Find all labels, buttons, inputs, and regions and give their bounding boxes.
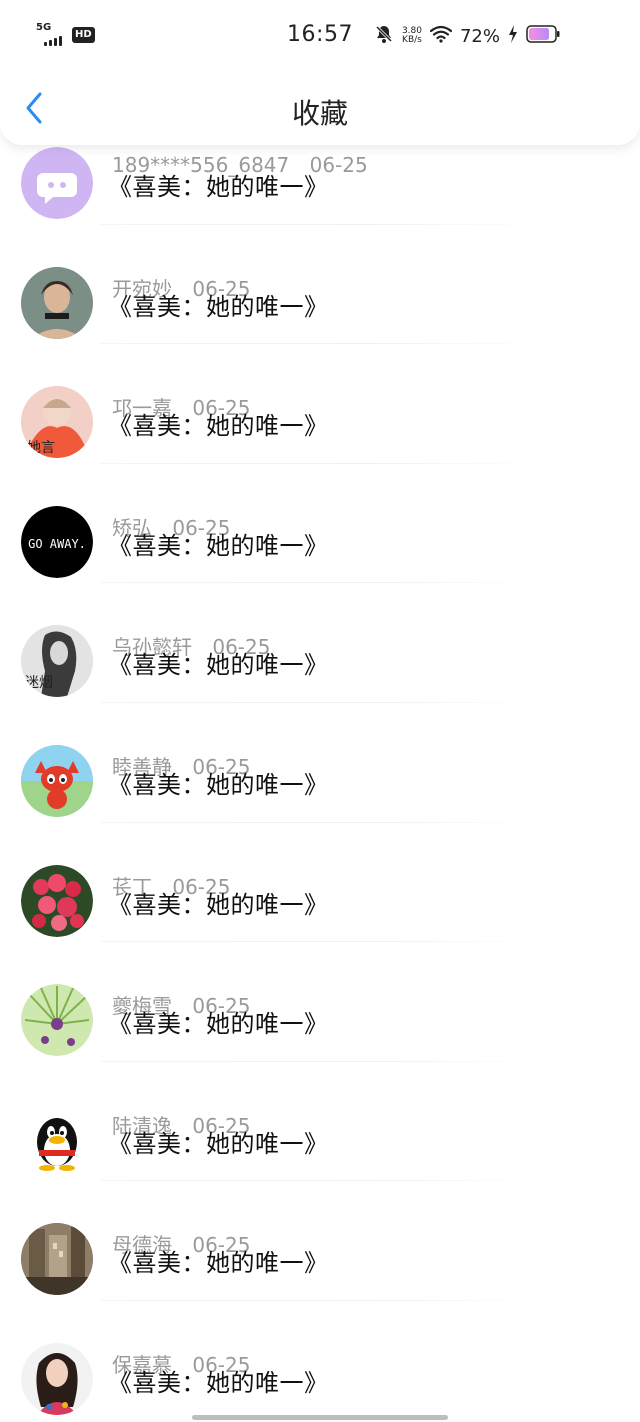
favorites-screen: 189****556_6847 06-25 《喜美：她的唯一》 开宛妙 06-2… [0,0,640,1422]
list-item[interactable]: 夔梅雪 06-25 《喜美：她的唯一》 [0,942,640,1062]
avatar-text: 她言 [27,440,55,456]
item-title: 《喜美：她的唯一》 [108,1129,329,1158]
status-bar: 5G HD 16:57 3.80 KB/s 72% [0,0,640,70]
list-item[interactable]: 陆清逸 06-25 《喜美：她的唯一》 [0,1062,640,1182]
wifi-icon [429,25,453,47]
avatar[interactable] [21,1103,93,1176]
avatar[interactable] [21,266,93,339]
home-indicator[interactable] [192,1415,448,1420]
battery-percent: 72% [459,25,500,47]
item-title: 《喜美：她的唯一》 [108,412,329,441]
speed-unit: KB/s [402,35,422,45]
item-title: 《喜美：她的唯一》 [108,1368,329,1397]
network-speed: 3.80 KB/s [402,27,422,45]
item-title: 《喜美：她的唯一》 [108,770,329,799]
header: 5G HD 16:57 3.80 KB/s 72% 收藏 [0,0,640,145]
favorites-list: 189****556_6847 06-25 《喜美：她的唯一》 开宛妙 06-2… [0,105,640,1421]
list-item[interactable]: 母德海 06-25 《喜美：她的唯一》 [0,1181,640,1301]
mute-bell-icon [374,24,394,48]
avatar-text: 迷烟 [25,675,53,691]
item-title: 《喜美：她的唯一》 [108,531,329,560]
avatar[interactable] [21,1342,93,1415]
avatar[interactable] [21,147,93,219]
avatar[interactable]: 她言 [21,386,93,459]
avatar[interactable] [21,864,93,937]
item-title: 《喜美：她的唯一》 [108,292,329,321]
avatar[interactable]: 迷烟 [21,625,93,698]
avatar[interactable] [21,984,93,1057]
item-title: 《喜美：她的唯一》 [108,1010,329,1039]
avatar[interactable] [21,1223,93,1296]
list-item[interactable]: 她言 邛一嘉 06-25 《喜美：她的唯一》 [0,344,640,464]
item-title: 《喜美：她的唯一》 [108,890,329,919]
page-title: 收藏 [291,97,348,130]
nav-bar: 收藏 [0,70,640,145]
list-item[interactable]: 苌丁 06-25 《喜美：她的唯一》 [0,823,640,943]
list-item[interactable]: GO AWAY. 矫弘 06-25 《喜美：她的唯一》 [0,464,640,584]
item-title: 《喜美：她的唯一》 [108,651,329,680]
item-title: 《喜美：她的唯一》 [108,173,329,201]
avatar[interactable] [21,744,93,817]
item-title: 《喜美：她的唯一》 [108,1249,329,1278]
avatar-text: GO AWAY. [28,537,86,551]
battery-icon [526,25,560,47]
list-item[interactable]: 开宛妙 06-25 《喜美：她的唯一》 [0,225,640,345]
charging-icon [508,25,518,47]
status-right: 3.80 KB/s 72% [374,24,560,48]
list-item[interactable]: 保嘉慕 06-25 《喜美：她的唯一》 [0,1301,640,1421]
list-item[interactable]: 迷烟 乌孙懿轩 06-25 《喜美：她的唯一》 [0,583,640,703]
list-item[interactable]: 睦善静 06-25 《喜美：她的唯一》 [0,703,640,823]
avatar[interactable]: GO AWAY. [21,505,93,578]
